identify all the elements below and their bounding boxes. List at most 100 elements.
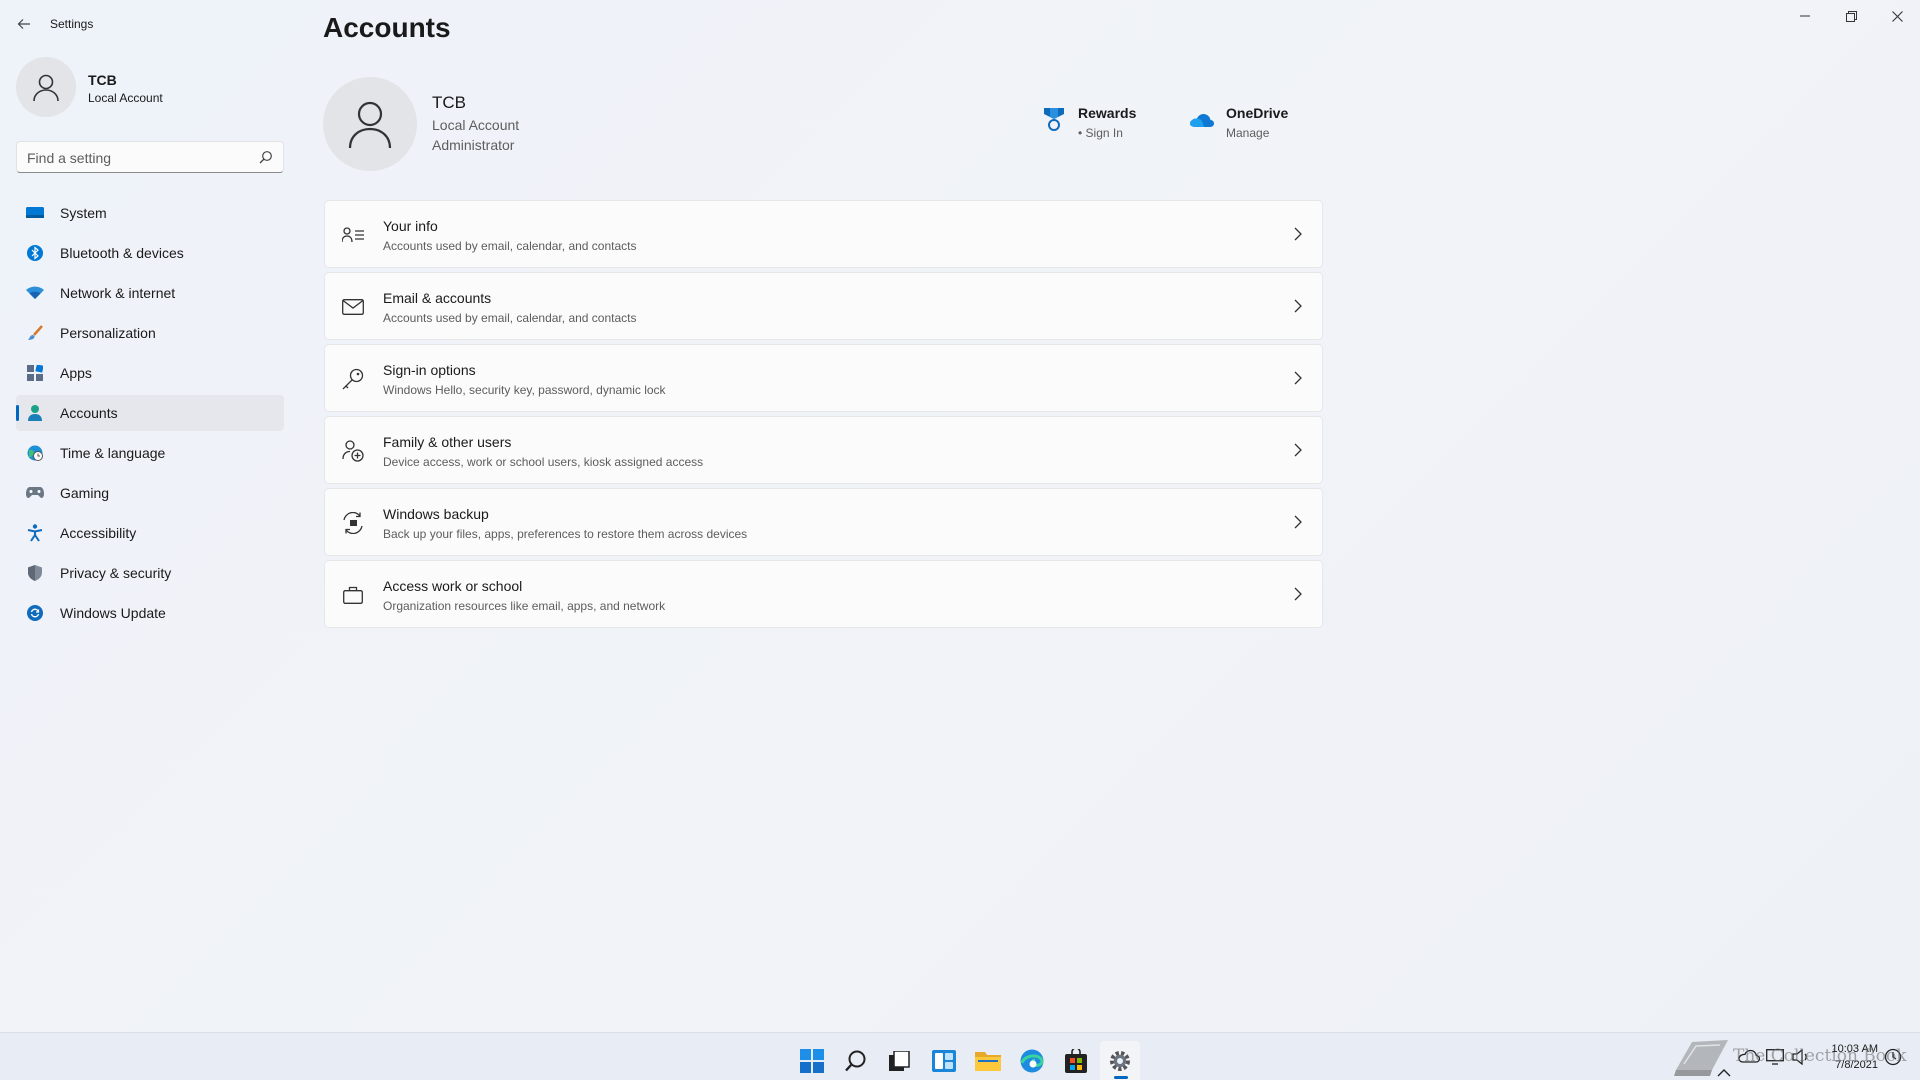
onedrive-link[interactable]: OneDrive Manage [1190,100,1300,146]
settings-window: Settings TCB Local Account System Blueto… [0,0,1920,1032]
user-avatar [323,77,417,171]
card-sign-in-options[interactable]: Sign-in options Windows Hello, security … [324,344,1323,412]
sidebar-item-bluetooth[interactable]: Bluetooth & devices [16,235,284,271]
back-button[interactable] [10,10,38,38]
windows-logo-icon [800,1049,824,1073]
backup-icon [341,511,365,535]
sidebar-item-accounts[interactable]: Accounts [16,395,284,431]
card-your-info[interactable]: Your info Accounts used by email, calend… [324,200,1323,268]
person-icon [26,404,44,422]
search-box[interactable] [16,141,284,173]
back-arrow-icon [17,19,30,29]
card-subtitle: Windows Hello, security key, password, d… [383,383,666,397]
sidebar-item-system[interactable]: System [16,195,284,231]
folder-icon [975,1052,1001,1071]
taskbar: 10:03 AM 7/8/2021 [0,1032,1920,1080]
gear-icon [1110,1051,1130,1071]
rewards-title: Rewards [1078,105,1137,121]
sidebar-account[interactable]: TCB Local Account [16,57,296,117]
store-button[interactable] [1056,1041,1096,1080]
sidebar-item-windows-update[interactable]: Windows Update [16,595,284,631]
rewards-status: • Sign In [1078,126,1123,140]
card-subtitle: Back up your files, apps, preferences to… [383,527,748,541]
sidebar-item-apps[interactable]: Apps [16,355,284,391]
card-title: Windows backup [383,506,489,522]
taskbar-search-button[interactable] [836,1041,876,1080]
account-type: Local Account [88,91,163,105]
sidebar-item-label: Apps [60,365,92,381]
sidebar-item-network[interactable]: Network & internet [16,275,284,311]
chevron-right-icon [1294,227,1302,241]
card-title: Your info [383,218,438,234]
sidebar-item-label: Gaming [60,485,110,501]
card-email-accounts[interactable]: Email & accounts Accounts used by email,… [324,272,1323,340]
search-icon[interactable] [259,150,273,164]
avatar [16,57,76,117]
task-view-icon [889,1051,910,1071]
globe-clock-icon [26,444,44,462]
sidebar-item-privacy[interactable]: Privacy & security [16,555,284,591]
edge-button[interactable] [1012,1041,1052,1080]
app-title: Settings [50,17,94,31]
sidebar-item-label: Time & language [60,445,166,461]
card-title: Sign-in options [383,362,476,378]
task-view-button[interactable] [880,1041,920,1080]
user-name: TCB [432,93,466,112]
contact-card-icon [341,223,365,247]
account-name: TCB [88,72,117,88]
onedrive-title: OneDrive [1226,105,1289,121]
card-title: Family & other users [383,434,512,450]
card-title: Email & accounts [383,290,492,306]
monitor-icon [26,204,44,222]
sidebar-item-label: Windows Update [60,605,166,621]
minimize-icon [1800,15,1810,17]
restore-icon [1845,10,1857,22]
sidebar-item-label: Network & internet [60,285,176,301]
chevron-right-icon [1294,443,1302,457]
person-icon [33,74,59,102]
sidebar-item-label: System [60,205,107,221]
widgets-button[interactable] [924,1041,964,1080]
close-button[interactable] [1874,0,1920,32]
minimize-button[interactable] [1782,0,1828,32]
update-icon [26,604,44,622]
settings-taskbar-button[interactable] [1100,1041,1140,1080]
rewards-medal-icon [1042,108,1066,132]
gamepad-icon [26,484,44,502]
search-icon [845,1050,866,1072]
sidebar-item-personalization[interactable]: Personalization [16,315,284,351]
card-subtitle: Accounts used by email, calendar, and co… [383,239,637,253]
chevron-right-icon [1294,515,1302,529]
sidebar-item-accessibility[interactable]: Accessibility [16,515,284,551]
person-icon [348,101,392,149]
sidebar-item-label: Bluetooth & devices [60,245,184,261]
sidebar-item-gaming[interactable]: Gaming [16,475,284,511]
start-button[interactable] [792,1041,832,1080]
restore-button[interactable] [1828,0,1874,32]
card-title: Access work or school [383,578,523,594]
card-windows-backup[interactable]: Windows backup Back up your files, apps,… [324,488,1323,556]
card-subtitle: Organization resources like email, apps,… [383,599,666,613]
shield-icon [26,564,44,582]
wifi-icon [26,284,44,302]
chevron-right-icon [1294,371,1302,385]
sidebar-item-label: Privacy & security [60,565,172,581]
file-explorer-button[interactable] [968,1041,1008,1080]
apps-icon [26,364,44,382]
card-family-other-users[interactable]: Family & other users Device access, work… [324,416,1323,484]
card-subtitle: Device access, work or school users, kio… [383,455,704,469]
close-icon [1891,10,1903,22]
bluetooth-icon [26,244,44,262]
briefcase-icon [341,583,365,607]
key-icon [341,367,365,391]
edge-browser-icon [1020,1049,1044,1073]
sidebar-item-time-language[interactable]: Time & language [16,435,284,471]
brush-icon [26,324,44,342]
title-bar: Settings [0,0,1920,48]
search-input[interactable] [27,148,247,168]
user-role: Administrator [432,137,515,153]
onedrive-status: Manage [1226,126,1270,140]
mail-icon [341,295,365,319]
rewards-link[interactable]: Rewards • Sign In [1042,100,1152,146]
card-access-work-school[interactable]: Access work or school Organization resou… [324,560,1323,628]
